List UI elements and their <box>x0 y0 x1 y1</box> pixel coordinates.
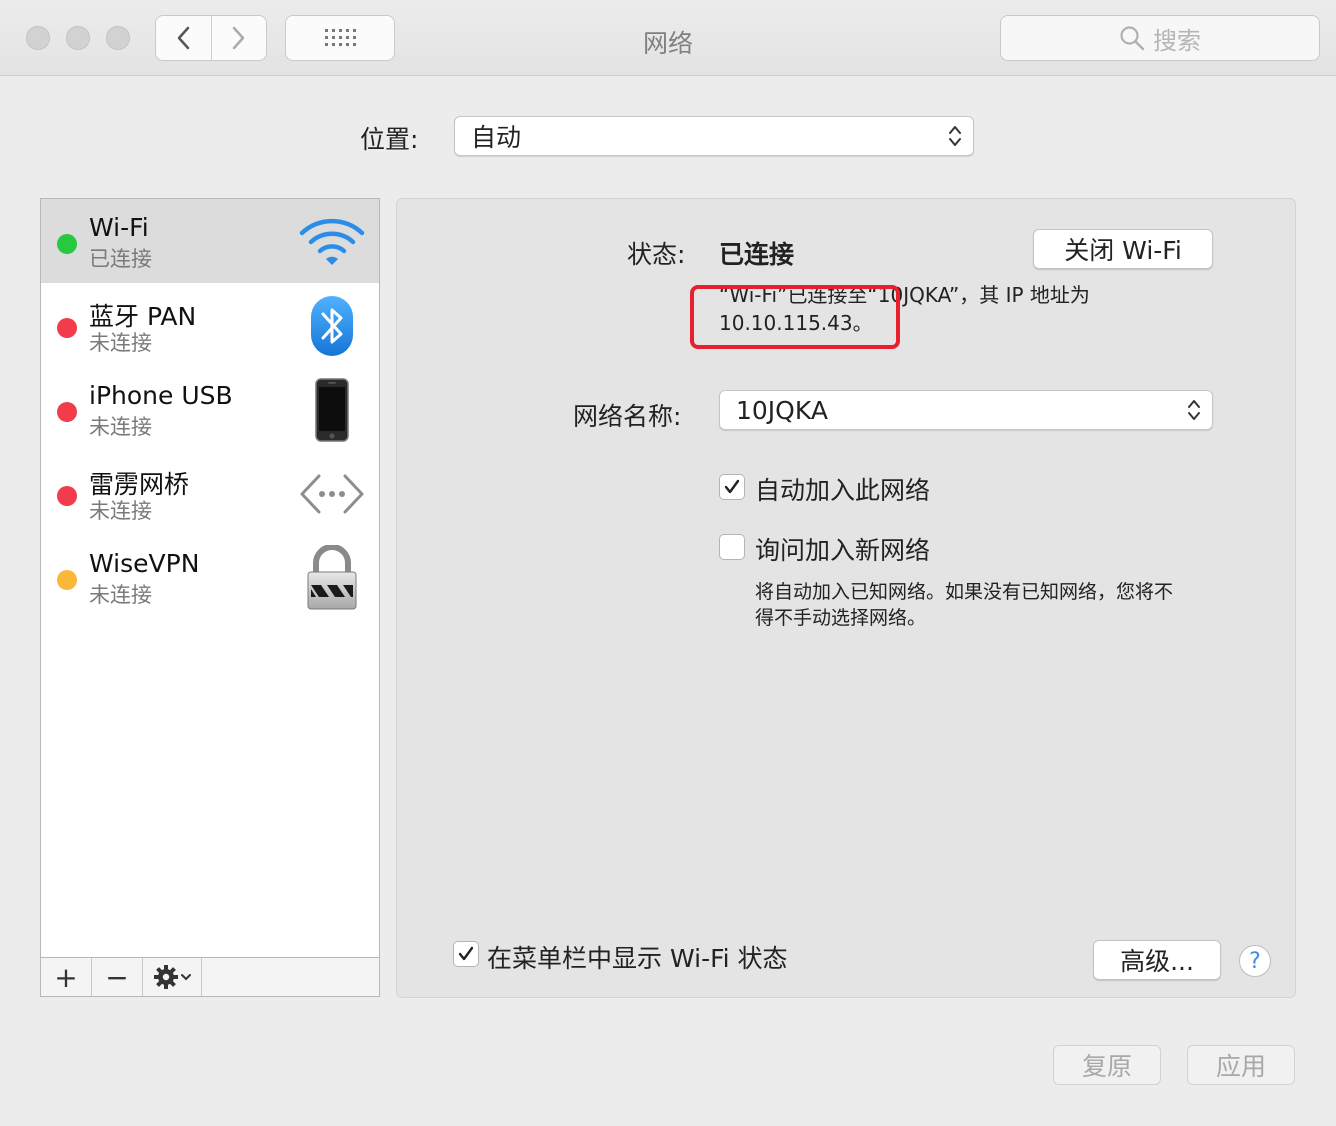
advanced-button[interactable]: 高级... <box>1093 940 1221 980</box>
action-menu-button[interactable] <box>143 958 202 996</box>
location-popup[interactable]: 自动 <box>454 116 974 156</box>
status-dot <box>57 486 77 506</box>
turn-off-wifi-button[interactable]: 关闭 Wi-Fi <box>1033 229 1213 269</box>
status-dot <box>57 234 77 254</box>
wifi-icon <box>299 209 365 275</box>
service-name: WiseVPN <box>89 549 200 578</box>
location-label: 位置: <box>360 125 419 154</box>
search-field[interactable]: 搜索 <box>1000 15 1320 61</box>
network-name-value: 10JQKA <box>736 395 828 425</box>
status-dot <box>57 402 77 422</box>
service-status: 未连接 <box>89 331 152 355</box>
apply-button[interactable]: 应用 <box>1187 1045 1295 1085</box>
service-name: Wi-Fi <box>89 213 149 242</box>
vpn-lock-icon <box>299 545 365 611</box>
help-button[interactable]: ? <box>1239 945 1271 977</box>
auto-join-label[interactable]: 自动加入此网络 <box>755 471 930 507</box>
show-in-menubar-checkbox[interactable] <box>453 941 479 967</box>
service-thunderbolt-bridge[interactable]: 雷雳网桥 未连接 <box>41 451 379 535</box>
ask-join-note: 将自动加入已知网络。如果没有已知网络，您将不 <box>755 581 1174 603</box>
add-service-button[interactable]: + <box>41 958 92 996</box>
chevron-down-icon <box>181 974 191 981</box>
remove-service-button[interactable]: − <box>92 958 143 996</box>
checkmark-icon <box>724 479 740 494</box>
status-value: 已连接 <box>719 240 795 269</box>
service-bluetooth-pan[interactable]: 蓝牙 PAN 未连接 <box>41 283 379 367</box>
service-status: 未连接 <box>89 499 152 523</box>
highlight-box <box>690 285 900 349</box>
auto-join-checkbox[interactable] <box>719 474 745 500</box>
network-name-label: 网络名称: <box>573 402 682 431</box>
revert-button[interactable]: 复原 <box>1053 1045 1161 1085</box>
service-wifi[interactable]: Wi-Fi 已连接 <box>41 199 379 283</box>
service-list-toolbar: + − <box>40 957 380 997</box>
ask-join-note-line2: 得不手动选择网络。 <box>755 607 927 629</box>
updown-arrows-icon <box>949 126 961 146</box>
service-iphone-usb[interactable]: iPhone USB 未连接 <box>41 367 379 451</box>
service-status: 未连接 <box>89 583 152 607</box>
search-placeholder: 搜索 <box>1153 26 1201 55</box>
checkmark-icon <box>458 946 474 961</box>
service-status: 未连接 <box>89 415 152 439</box>
search-icon <box>1120 26 1145 51</box>
service-name: iPhone USB <box>89 381 233 410</box>
status-dot <box>57 570 77 590</box>
status-label: 状态: <box>627 240 686 269</box>
ask-join-checkbox[interactable] <box>719 534 745 560</box>
service-status: 已连接 <box>89 247 152 271</box>
service-wisevpn[interactable]: WiseVPN 未连接 <box>41 535 379 619</box>
thunderbolt-bridge-icon <box>299 461 365 527</box>
status-dot <box>57 318 77 338</box>
title-bar: 网络 搜索 <box>0 0 1336 76</box>
ask-join-label[interactable]: 询问加入新网络 <box>755 531 930 567</box>
show-in-menubar-label[interactable]: 在菜单栏中显示 Wi-Fi 状态 <box>487 939 788 975</box>
gear-icon <box>154 965 178 989</box>
updown-arrows-icon <box>1188 400 1200 420</box>
bluetooth-icon <box>299 293 365 359</box>
network-name-popup[interactable]: 10JQKA <box>719 390 1213 430</box>
iphone-icon <box>299 377 365 443</box>
service-list: Wi-Fi 已连接 蓝牙 PAN 未连接 iPhone USB 未连接 雷雳网桥… <box>40 198 380 958</box>
location-value: 自动 <box>471 123 522 152</box>
